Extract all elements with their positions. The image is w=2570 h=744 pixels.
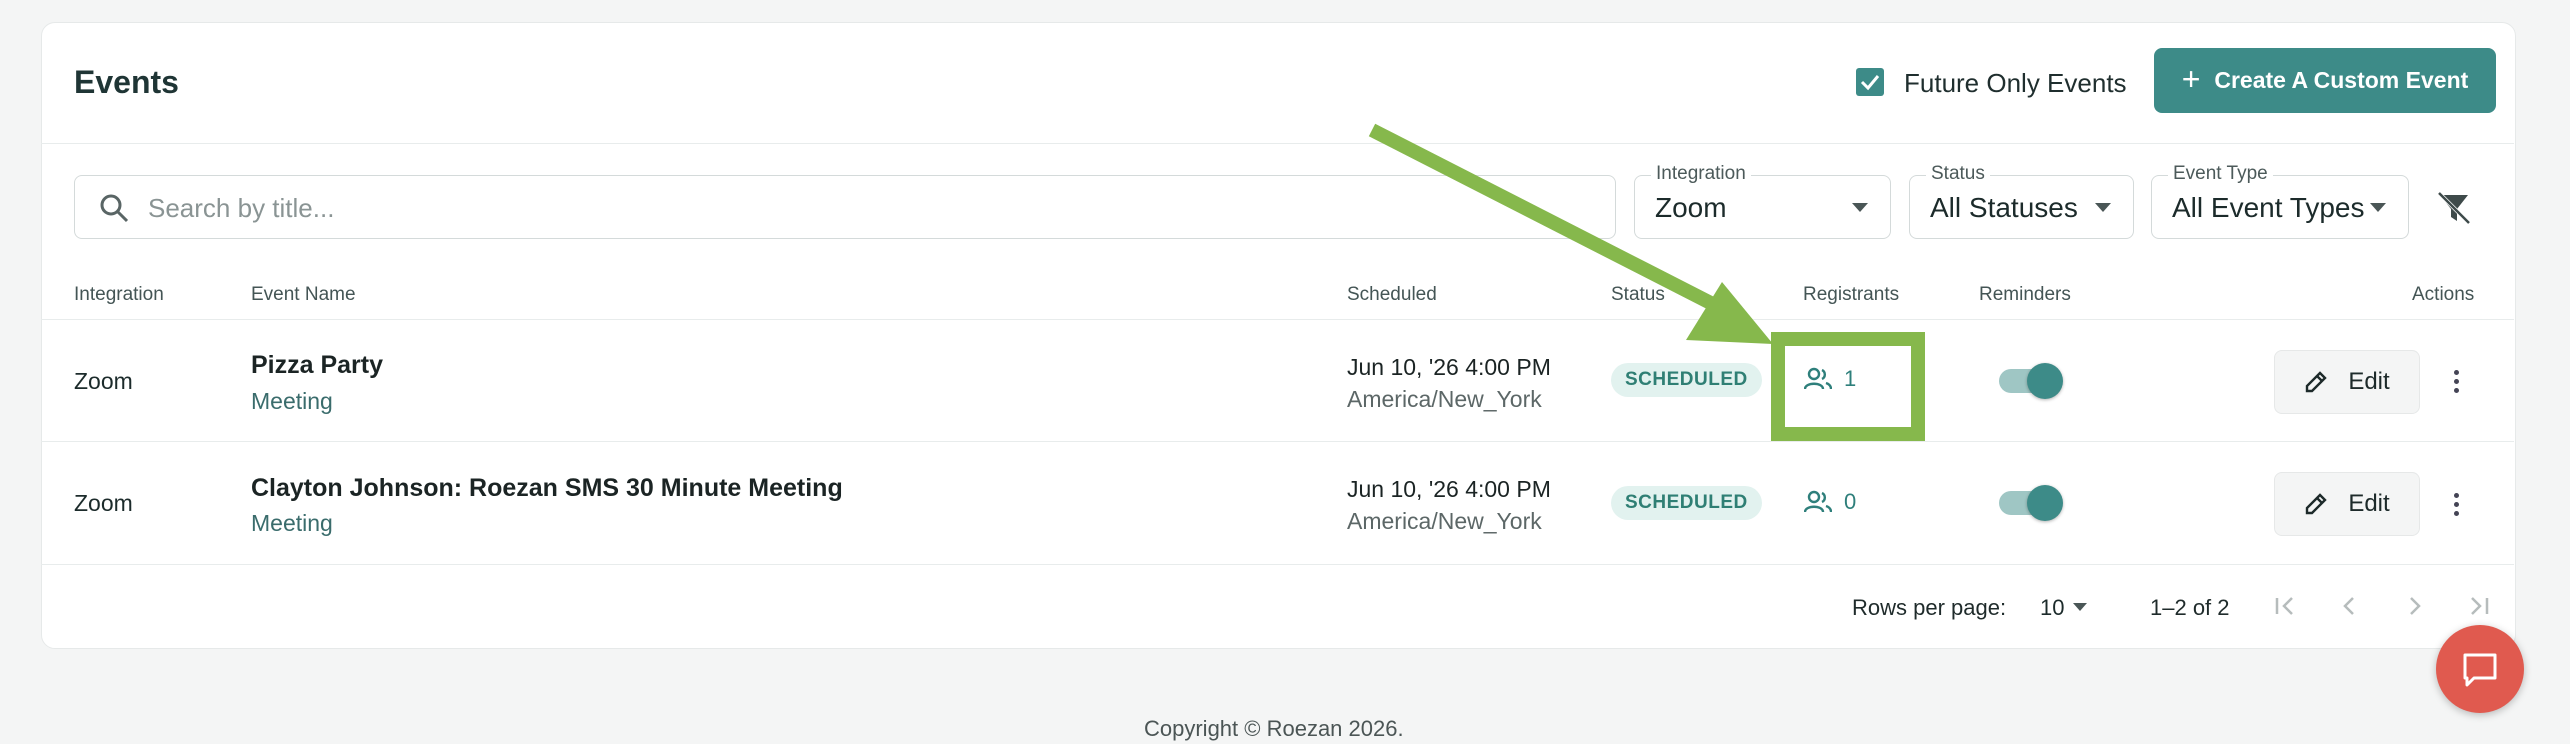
row-divider xyxy=(41,564,2514,565)
more-actions-icon[interactable] xyxy=(2454,489,2460,520)
row-event-name[interactable]: Clayton Johnson: Roezan SMS 30 Minute Me… xyxy=(251,474,843,503)
row-event-name[interactable]: Pizza Party xyxy=(251,351,383,380)
integration-select-label: Integration xyxy=(1651,163,1751,185)
row-scheduled: Jun 10, '26 4:00 PM xyxy=(1347,354,1551,380)
row-integration: Zoom xyxy=(74,490,133,516)
registrants-link[interactable]: 1 xyxy=(1804,366,1856,392)
more-actions-icon[interactable] xyxy=(2454,366,2460,397)
rows-per-page-label: Rows per page: xyxy=(1852,595,2007,620)
chevron-down-icon xyxy=(2095,203,2111,212)
row-scheduled: Jun 10, '26 4:00 PM xyxy=(1347,476,1551,502)
status-select[interactable]: Status All Statuses xyxy=(1909,163,2134,239)
event-type-select-label: Event Type xyxy=(2168,163,2273,185)
toggle-knob xyxy=(2027,363,2063,399)
row-timezone: America/New_York xyxy=(1347,386,1542,412)
pencil-icon xyxy=(2306,493,2328,515)
edit-button[interactable]: Edit xyxy=(2274,472,2420,536)
chat-button[interactable] xyxy=(2436,625,2524,713)
edit-label: Edit xyxy=(2348,490,2390,517)
people-icon xyxy=(1804,367,1832,390)
toggle-knob xyxy=(2027,485,2063,521)
reminders-toggle[interactable] xyxy=(1999,485,2063,521)
next-page-icon[interactable] xyxy=(2402,590,2426,622)
people-icon xyxy=(1804,490,1832,513)
edit-label: Edit xyxy=(2348,368,2390,395)
previous-page-icon[interactable] xyxy=(2338,590,2362,622)
status-select-label: Status xyxy=(1926,163,1990,185)
integration-select[interactable]: Integration Zoom xyxy=(1634,163,1891,239)
col-header-scheduled: Scheduled xyxy=(1347,284,1437,305)
search-input[interactable]: Search by title... xyxy=(74,175,1616,239)
event-type-select[interactable]: Event Type All Event Types xyxy=(2151,163,2409,239)
chevron-down-icon xyxy=(1852,203,1868,212)
row-event-type: Meeting xyxy=(251,388,333,414)
events-card xyxy=(41,22,2516,649)
header-divider xyxy=(41,143,2514,144)
checkmark-icon xyxy=(1860,75,1880,91)
col-header-integration: Integration xyxy=(74,284,164,305)
col-header-status: Status xyxy=(1611,284,1665,305)
col-header-registrants: Registrants xyxy=(1803,284,1900,305)
last-page-icon[interactable] xyxy=(2464,590,2492,622)
row-event-type: Meeting xyxy=(251,510,333,536)
status-badge: SCHEDULED xyxy=(1611,363,1762,397)
first-page-icon[interactable] xyxy=(2272,590,2300,622)
future-only-checkbox[interactable] xyxy=(1856,68,1884,96)
chat-icon xyxy=(2463,653,2497,687)
create-custom-event-button[interactable]: + Create A Custom Event xyxy=(2154,48,2496,113)
status-select-value: All Statuses xyxy=(1930,192,2078,223)
col-header-actions: Actions xyxy=(2412,284,2475,305)
status-badge: SCHEDULED xyxy=(1611,486,1762,520)
row-timezone: America/New_York xyxy=(1347,508,1542,534)
chevron-down-icon[interactable] xyxy=(2073,603,2087,611)
registrants-count: 1 xyxy=(1844,366,1857,391)
integration-select-value: Zoom xyxy=(1655,192,1727,223)
clear-filters-icon[interactable] xyxy=(2436,190,2472,231)
edit-button[interactable]: Edit xyxy=(2274,350,2420,414)
event-type-select-value: All Event Types xyxy=(2172,192,2365,223)
create-custom-event-label: Create A Custom Event xyxy=(2214,67,2469,93)
reminders-toggle[interactable] xyxy=(1999,363,2063,399)
pencil-icon xyxy=(2306,371,2328,393)
chevron-down-icon xyxy=(2370,203,2386,212)
registrants-link[interactable]: 0 xyxy=(1804,489,1856,515)
future-only-label[interactable]: Future Only Events xyxy=(1904,68,2127,99)
search-placeholder: Search by title... xyxy=(148,193,335,223)
search-icon xyxy=(100,194,129,223)
col-header-event-name: Event Name xyxy=(251,284,356,305)
pagination-range: 1–2 of 2 xyxy=(2150,595,2230,620)
rows-per-page-select[interactable]: 10 xyxy=(2040,595,2064,621)
row-divider xyxy=(41,441,2514,442)
copyright-text: Copyright © Roezan 2026. xyxy=(1144,716,1404,741)
page-title: Events xyxy=(74,64,179,100)
col-header-reminders: Reminders xyxy=(1979,284,2071,305)
plus-icon: + xyxy=(2181,60,2201,97)
registrants-count: 0 xyxy=(1844,489,1857,514)
row-integration: Zoom xyxy=(74,368,133,394)
table-header-divider xyxy=(41,319,2514,320)
